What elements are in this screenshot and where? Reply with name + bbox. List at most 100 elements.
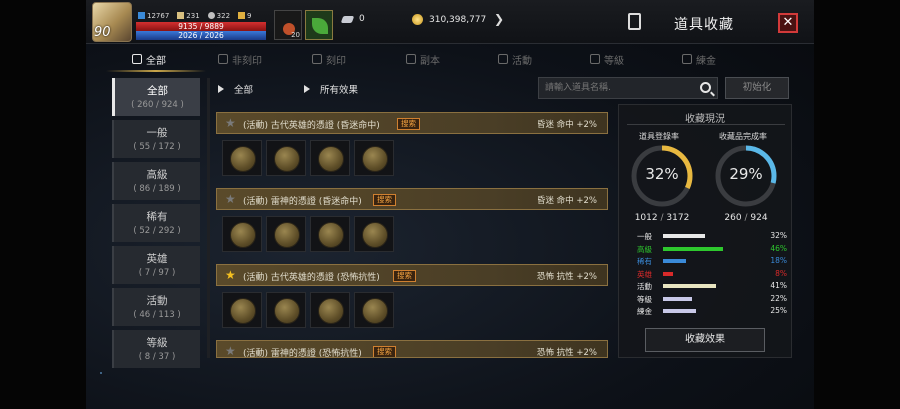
category-event[interactable]: 活動( 46 / 113 ) [112, 288, 200, 326]
item-slot[interactable] [266, 216, 306, 252]
favorite-star-icon[interactable]: ★ [225, 192, 236, 206]
effect-filter[interactable]: 所有效果 [304, 82, 358, 96]
grade-label: 活動 [637, 282, 652, 291]
search-badge[interactable]: 搜索 [397, 118, 420, 130]
grade-percent: 22% [770, 293, 787, 303]
coin-icon [362, 298, 388, 324]
grade-breakdown-row: 高級 46% [637, 244, 787, 255]
item-slot[interactable] [310, 216, 350, 252]
item-slot[interactable] [266, 292, 306, 328]
leaf-slot[interactable] [305, 10, 333, 40]
coin-icon [318, 298, 344, 324]
category-level[interactable]: 等級( 8 / 37 ) [112, 330, 200, 368]
coin-icon [318, 146, 344, 172]
collection-status-panel: 收藏現況 道具登錄率 收藏品完成率 32% 29% 1012 / 3172 26… [618, 104, 792, 358]
item-slot[interactable] [266, 140, 306, 176]
category-normal[interactable]: 一般( 55 / 172 ) [112, 120, 200, 158]
tab-gift-icon [498, 54, 508, 64]
coin-icon [274, 146, 300, 172]
active-tab-indicator [106, 70, 206, 72]
search-box [538, 77, 718, 99]
stat-attack: 231 [177, 12, 200, 20]
grade-label: 高級 [637, 244, 652, 254]
top-hud: 90 12767 231 322 9 9135 / 9889 2026 / 20… [86, 0, 814, 44]
panel-title: 收藏現況 [685, 114, 725, 125]
item-slot[interactable] [310, 140, 350, 176]
coin-icon [362, 146, 388, 172]
coin-icon [230, 222, 256, 248]
grade-progress-bar [663, 296, 692, 301]
grade-label: 一般 [637, 232, 652, 241]
stat-power: 12767 [138, 12, 169, 20]
collection-slots [222, 140, 394, 176]
favorite-star-icon[interactable]: ★ [225, 116, 236, 130]
item-slot[interactable] [354, 292, 394, 328]
tab-shield-icon [312, 54, 322, 64]
leaf-icon [312, 18, 328, 34]
coin-icon [230, 146, 256, 172]
tab-shield-icon [218, 54, 228, 64]
potion-slot[interactable]: 20 [274, 10, 302, 40]
player-level: 90 [94, 25, 111, 40]
tab-event[interactable]: 活動 [486, 48, 578, 70]
game-window: 90 12767 231 322 9 9135 / 9889 2026 / 20… [86, 0, 814, 409]
currency-expand-icon[interactable]: ❯ [494, 12, 504, 26]
collection-book-icon [628, 13, 641, 30]
item-slot[interactable] [222, 140, 262, 176]
left-letterbox [0, 0, 86, 409]
search-badge[interactable]: 搜索 [373, 346, 396, 357]
grade-breakdown-row: 等級 22% [637, 294, 787, 305]
category-advanced[interactable]: 高級( 86 / 189 ) [112, 162, 200, 200]
item-count: 1012 / 3172 [634, 213, 690, 223]
item-slot[interactable] [222, 216, 262, 252]
favorite-star-icon[interactable]: ★ [225, 344, 236, 357]
grade-progress-bar [663, 271, 674, 276]
stats-row: 12767 231 322 9 [138, 12, 252, 20]
category-hero[interactable]: 英雄( 7 / 97 ) [112, 246, 200, 284]
grade-progress-bar [663, 259, 687, 263]
window-title: 道具收藏 [674, 17, 734, 33]
tab-non-engraved[interactable]: 非刻印 [210, 48, 302, 70]
stat-trophy: 9 [238, 12, 252, 20]
collection-row-header[interactable]: ★ (活動) 雷神的憑證 (恐怖抗性) 搜索 恐怖 抗性 +2% [216, 340, 608, 358]
collection-row-header[interactable]: ★ (活動) 古代英雄的憑證 (恐怖抗性) 搜索 恐怖 抗性 +2% [216, 264, 608, 286]
favorite-star-icon[interactable]: ★ [225, 268, 236, 282]
grade-filter[interactable]: 全部 [218, 82, 253, 96]
mp-bar: 2026 / 2026 [136, 31, 266, 40]
grade-label: 稀有 [637, 257, 652, 266]
category-all[interactable]: 全部( 260 / 924 ) [112, 78, 200, 116]
grade-label: 等級 [637, 294, 652, 304]
tab-dungeon[interactable]: 副本 [394, 48, 486, 70]
complete-rate-label: 收藏品完成率 [719, 132, 767, 141]
category-scrollbar[interactable] [207, 78, 210, 358]
search-icon[interactable] [700, 82, 711, 93]
item-slot[interactable] [222, 292, 262, 328]
tab-level[interactable]: 等級 [578, 48, 670, 70]
tab-alchemy[interactable]: 練金 [670, 48, 762, 70]
coin-icon [318, 222, 344, 248]
diamond-icon [340, 15, 355, 23]
search-badge[interactable]: 搜索 [373, 194, 396, 206]
item-slot[interactable] [354, 140, 394, 176]
divider [627, 124, 785, 125]
coin-icon [362, 222, 388, 248]
tab-engraved[interactable]: 刻印 [302, 48, 394, 70]
collection-effect-button[interactable]: 收藏效果 [645, 328, 765, 352]
category-rare[interactable]: 稀有( 52 / 292 ) [112, 204, 200, 242]
collection-row-header[interactable]: ★ (活動) 古代英雄的憑證 (昏迷命中) 搜索 昏迷 命中 +2% [216, 112, 608, 134]
search-badge[interactable]: 搜索 [393, 270, 416, 282]
tab-all[interactable]: 全部 [110, 48, 210, 70]
coin-icon [274, 298, 300, 324]
grade-percent: 25% [770, 306, 787, 315]
close-button[interactable]: ✕ [778, 13, 798, 33]
power-icon [138, 12, 145, 19]
triangle-right-icon [218, 85, 224, 93]
collection-slots [222, 292, 394, 328]
search-input[interactable] [539, 78, 689, 98]
hp-bar: 9135 / 9889 [136, 22, 266, 31]
collection-row-header[interactable]: ★ (活動) 雷神的憑證 (昏迷命中) 搜索 昏迷 命中 +2% [216, 188, 608, 210]
item-slot[interactable] [310, 292, 350, 328]
reset-button[interactable]: 初始化 [725, 77, 789, 99]
item-slot[interactable] [354, 216, 394, 252]
triangle-right-icon [304, 85, 310, 93]
